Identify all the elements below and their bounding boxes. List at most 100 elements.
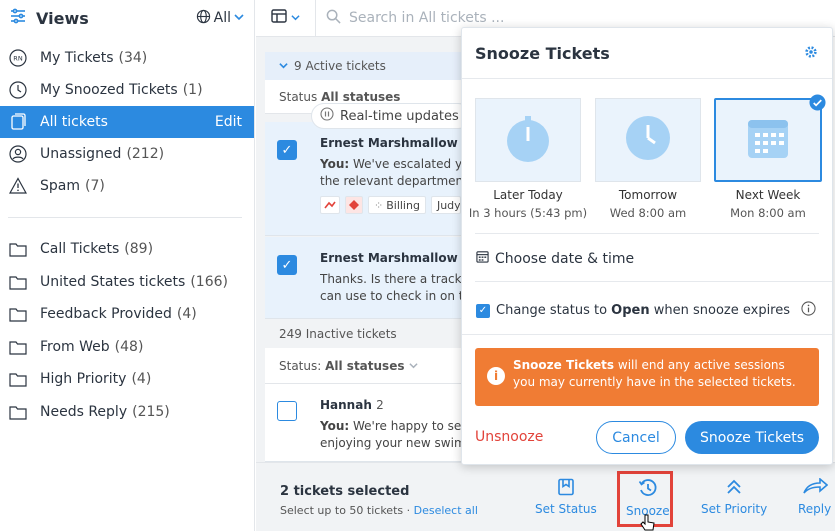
folder-icon bbox=[8, 337, 28, 357]
set-priority-button[interactable]: Set Priority bbox=[701, 478, 767, 516]
sidebar-item-label: Needs Reply bbox=[40, 403, 128, 420]
folder-icon bbox=[8, 402, 28, 422]
unsnooze-button[interactable]: Unsnooze bbox=[475, 429, 543, 445]
sidebar-divider bbox=[8, 217, 242, 218]
sidebar-item-count: (166) bbox=[190, 273, 228, 290]
sidebar-folder-united-states-tickets[interactable]: United States tickets (166) bbox=[0, 266, 254, 299]
set-status-label: Set Status bbox=[535, 502, 597, 516]
ticket-preview-line: enjoying your new swimwe bbox=[320, 436, 470, 450]
ticket-requester-name: Ernest Marshmallow bbox=[320, 136, 458, 150]
sidebar-item-count: (1) bbox=[182, 82, 203, 98]
ticket-requester-name: Hannah bbox=[320, 398, 372, 412]
stopwatch-icon bbox=[503, 113, 553, 167]
layout-icon bbox=[271, 9, 287, 27]
inactive-tickets-count: 249 Inactive tickets bbox=[279, 327, 397, 341]
calendar-icon bbox=[746, 116, 790, 164]
status-filter-value: All statuses bbox=[321, 89, 401, 104]
chevron-down-icon bbox=[234, 10, 244, 26]
change-status-text: Change status to bbox=[496, 303, 612, 318]
ticket-requester: Hannah 2 bbox=[320, 398, 384, 412]
snooze-tickets-button[interactable]: Snooze Tickets bbox=[685, 421, 819, 454]
sidebar-item-count: (34) bbox=[118, 50, 148, 66]
status-filter-label: Status bbox=[279, 89, 318, 104]
sidebar-item-unassigned[interactable]: Unassigned (212) bbox=[0, 138, 254, 170]
sidebar-folder-needs-reply[interactable]: Needs Reply (215) bbox=[0, 396, 254, 429]
sidebar-item-count: (48) bbox=[114, 338, 144, 355]
choose-date-time-link[interactable]: Choose date & time bbox=[476, 250, 634, 267]
sidebar-item-spam[interactable]: Spam (7) bbox=[0, 170, 254, 202]
checkbox-checked-icon: ✓ bbox=[476, 303, 490, 318]
status-filter-label: Status: bbox=[279, 358, 322, 373]
change-status-text: when snooze expires bbox=[649, 303, 791, 318]
edit-view-link[interactable]: Edit bbox=[215, 114, 242, 130]
bookmark-icon bbox=[557, 478, 575, 499]
info-icon: i bbox=[487, 367, 505, 385]
sidebar: Views All RN My Tickets (34) My Snoozed … bbox=[0, 0, 255, 531]
ticket-tags: ⁘ Billing Judy bbox=[320, 196, 461, 214]
snooze-option-later-today[interactable] bbox=[475, 98, 581, 182]
set-priority-label: Set Priority bbox=[701, 502, 768, 516]
choose-date-time-label: Choose date & time bbox=[495, 250, 635, 267]
snooze-option-next-week[interactable] bbox=[714, 98, 822, 182]
deselect-all-link[interactable]: Deselect all bbox=[414, 504, 478, 517]
sidebar-item-count: (4) bbox=[176, 306, 197, 323]
views-menu-icon[interactable] bbox=[10, 8, 26, 28]
reply-button[interactable]: Reply bbox=[798, 477, 831, 516]
sidebar-item-all-tickets[interactable]: All tickets Edit bbox=[0, 106, 254, 138]
set-status-button[interactable]: Set Status bbox=[535, 478, 597, 516]
search-input[interactable]: Search in All tickets ... bbox=[316, 9, 586, 28]
search-icon bbox=[326, 9, 341, 28]
chevron-down-icon bbox=[291, 11, 300, 26]
clock-icon bbox=[625, 115, 671, 165]
warning-icon bbox=[8, 176, 28, 196]
sidebar-item-label: United States tickets bbox=[40, 273, 186, 290]
sidebar-item-my-tickets[interactable]: RN My Tickets (34) bbox=[0, 42, 254, 74]
ticket-requester: Ernest Marshmallow 1 bbox=[320, 251, 469, 265]
folder-icon bbox=[8, 369, 28, 389]
sidebar-item-label: From Web bbox=[40, 338, 110, 355]
option-time: Mon 8:00 am bbox=[730, 206, 806, 220]
ticket-preview-line: can use to check in on the bbox=[320, 289, 470, 303]
calendar-small-icon bbox=[476, 250, 489, 267]
gear-icon[interactable] bbox=[804, 45, 818, 63]
ticket-checkbox[interactable]: ✓ bbox=[277, 255, 297, 275]
active-tickets-count: 9 Active tickets bbox=[294, 59, 386, 73]
tickets-icon bbox=[8, 112, 28, 132]
info-icon[interactable] bbox=[801, 301, 816, 320]
sidebar-item-count: (212) bbox=[126, 146, 165, 162]
sidebar-item-label: Spam bbox=[40, 178, 80, 194]
ticket-checkbox[interactable] bbox=[277, 401, 297, 421]
option-label: Next Week bbox=[735, 188, 801, 202]
realtime-updates-toggle[interactable]: Real-time updates a bbox=[311, 103, 471, 129]
option-time: Wed 8:00 am bbox=[609, 206, 687, 220]
sidebar-item-label: Unassigned bbox=[40, 146, 122, 162]
change-status-checkbox[interactable]: ✓ Change status to Open when snooze expi… bbox=[476, 301, 816, 320]
mouse-cursor-icon bbox=[640, 514, 656, 531]
sidebar-folder-feedback-provided[interactable]: Feedback Provided (4) bbox=[0, 298, 254, 331]
views-filter-dropdown[interactable]: All bbox=[196, 9, 244, 28]
search-placeholder: Search in All tickets ... bbox=[349, 10, 505, 26]
dialog-title: Snooze Tickets bbox=[475, 44, 610, 63]
globe-icon bbox=[196, 9, 211, 28]
sidebar-folder-from-web[interactable]: From Web (48) bbox=[0, 331, 254, 364]
views-filter-label: All bbox=[213, 10, 231, 26]
selected-count: 2 tickets selected bbox=[280, 484, 410, 499]
ticket-preview-sender: You: bbox=[320, 157, 350, 171]
sidebar-item-my-snoozed-tickets[interactable]: My Snoozed Tickets (1) bbox=[0, 74, 254, 106]
snooze-option-tomorrow[interactable] bbox=[595, 98, 701, 182]
sidebar-item-count: (7) bbox=[85, 178, 105, 194]
sidebar-folder-call-tickets[interactable]: Call Tickets (89) bbox=[0, 233, 254, 266]
sidebar-folder-high-priority[interactable]: High Priority (4) bbox=[0, 363, 254, 396]
ticket-checkbox[interactable]: ✓ bbox=[277, 140, 297, 160]
folder-icon bbox=[8, 272, 28, 292]
sidebar-item-label: My Tickets bbox=[40, 50, 114, 66]
cancel-button[interactable]: Cancel bbox=[596, 421, 676, 454]
layout-toggle[interactable] bbox=[256, 0, 316, 37]
ticket-preview: You: We've escalated your the relevant de… bbox=[320, 156, 470, 190]
sidebar-item-label: All tickets bbox=[40, 114, 108, 130]
clock-icon bbox=[8, 80, 28, 100]
selection-limit: Select up to 50 tickets bbox=[280, 504, 404, 517]
sidebar-header: Views All bbox=[0, 0, 254, 36]
bulk-actions-bar: 2 tickets selected Select up to 50 ticke… bbox=[256, 462, 835, 531]
sidebar-item-count: (215) bbox=[132, 403, 170, 420]
